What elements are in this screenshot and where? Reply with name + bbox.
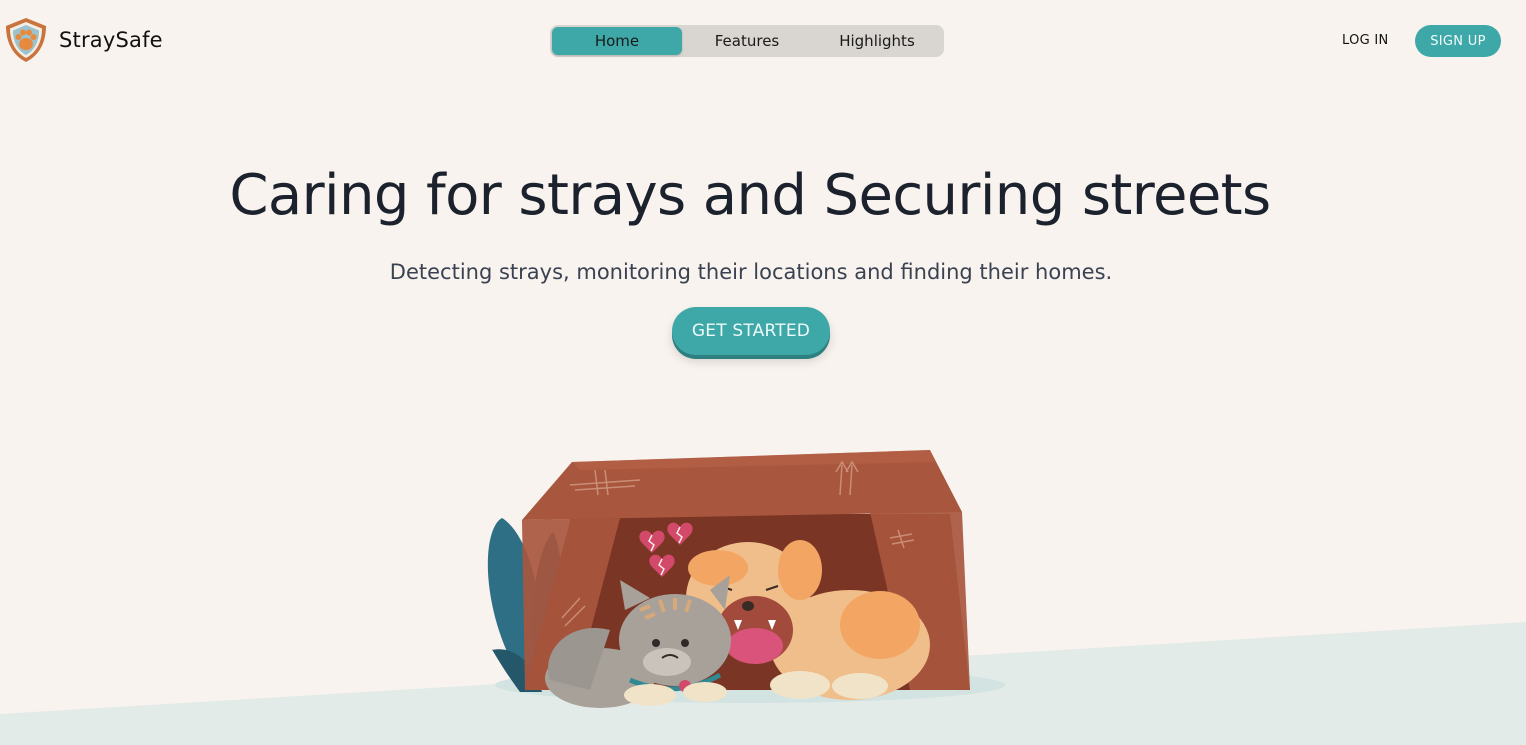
tab-features[interactable]: Features: [682, 27, 812, 55]
stray-pets-illustration: [487, 450, 1005, 708]
login-link[interactable]: LOG IN: [1342, 33, 1389, 48]
brand[interactable]: StraySafe: [2, 16, 163, 64]
get-started-button[interactable]: GET STARTED: [672, 307, 830, 355]
paw-shield-icon: [6, 18, 46, 62]
signup-button[interactable]: SIGN UP: [1415, 25, 1501, 57]
main-nav: Home Features Highlights: [550, 25, 944, 57]
brand-name: StraySafe: [59, 28, 163, 52]
tab-home[interactable]: Home: [552, 27, 682, 55]
hero-title: Caring for strays and Securing streets: [229, 163, 1271, 228]
tab-highlights[interactable]: Highlights: [812, 27, 942, 55]
hero-subtitle: Detecting strays, monitoring their locat…: [389, 260, 1113, 284]
